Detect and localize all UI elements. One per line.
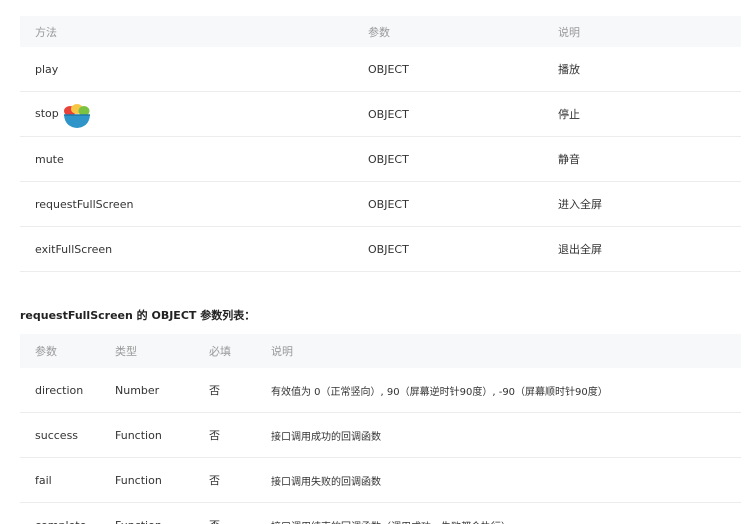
param-required: 否 — [209, 412, 271, 458]
table-row: mute OBJECT 静音 — [20, 136, 741, 182]
fruit-bowl-icon — [61, 103, 93, 129]
method-name: requestFullScreen — [20, 181, 368, 227]
param-name: success — [20, 412, 115, 458]
param-type: Number — [115, 368, 209, 413]
column-header-description: 说明 — [271, 334, 741, 368]
table-row: play OBJECT 播放 — [20, 47, 741, 92]
column-header-method: 方法 — [20, 16, 368, 47]
param-name: fail — [20, 457, 115, 503]
method-description: 进入全屏 — [558, 181, 741, 227]
param-required: 否 — [209, 502, 271, 524]
table-row: stop OBJECT 停止 — [20, 91, 741, 137]
column-header-required: 必填 — [209, 334, 271, 368]
param-description: 接口调用成功的回调函数 — [271, 412, 741, 458]
method-name-cell: stop — [20, 91, 368, 137]
table-row: success Function 否 接口调用成功的回调函数 — [20, 412, 741, 458]
table-row: requestFullScreen OBJECT 进入全屏 — [20, 181, 741, 227]
method-param: OBJECT — [368, 181, 558, 227]
method-name: play — [20, 47, 368, 92]
method-param: OBJECT — [368, 136, 558, 182]
table-row: direction Number 否 有效值为 0（正常竖向）, 90（屏幕逆时… — [20, 368, 741, 413]
method-description: 停止 — [558, 91, 741, 137]
param-description: 接口调用失败的回调函数 — [271, 457, 741, 503]
table-row: exitFullScreen OBJECT 退出全屏 — [20, 226, 741, 272]
method-description: 播放 — [558, 47, 741, 92]
param-required: 否 — [209, 457, 271, 503]
method-param: OBJECT — [368, 226, 558, 272]
method-name: exitFullScreen — [20, 226, 368, 272]
param-type: Function — [115, 457, 209, 503]
table-header-row: 参数 类型 必填 说明 — [20, 334, 741, 368]
page: 方法 参数 说明 play OBJECT 播放 stop OBJECT 停止 m… — [0, 0, 751, 524]
param-description: 接口调用结束的回调函数（调用成功、失败都会执行） — [271, 502, 741, 524]
method-param: OBJECT — [368, 91, 558, 137]
section-title: requestFullScreen 的 OBJECT 参数列表： — [20, 309, 256, 322]
method-description: 退出全屏 — [558, 226, 741, 272]
table-row: complete Function 否 接口调用结束的回调函数（调用成功、失败都… — [20, 502, 741, 524]
param-description: 有效值为 0（正常竖向）, 90（屏幕逆时针90度）, -90（屏幕顺时针90度… — [271, 368, 741, 413]
param-name: complete — [20, 502, 115, 524]
param-type: Function — [115, 412, 209, 458]
column-header-param: 参数 — [368, 16, 558, 47]
column-header-param: 参数 — [20, 334, 115, 368]
method-param: OBJECT — [368, 47, 558, 92]
methods-table: 方法 参数 说明 play OBJECT 播放 stop OBJECT 停止 m… — [20, 16, 741, 272]
method-description: 静音 — [558, 136, 741, 182]
method-name: mute — [20, 136, 368, 182]
param-required: 否 — [209, 368, 271, 413]
table-header-row: 方法 参数 说明 — [20, 16, 741, 47]
method-name: stop — [35, 107, 59, 120]
param-name: direction — [20, 368, 115, 413]
column-header-type: 类型 — [115, 334, 209, 368]
table-row: fail Function 否 接口调用失败的回调函数 — [20, 457, 741, 503]
column-header-description: 说明 — [558, 16, 741, 47]
params-table: 参数 类型 必填 说明 direction Number 否 有效值为 0（正常… — [20, 334, 741, 524]
param-type: Function — [115, 502, 209, 524]
